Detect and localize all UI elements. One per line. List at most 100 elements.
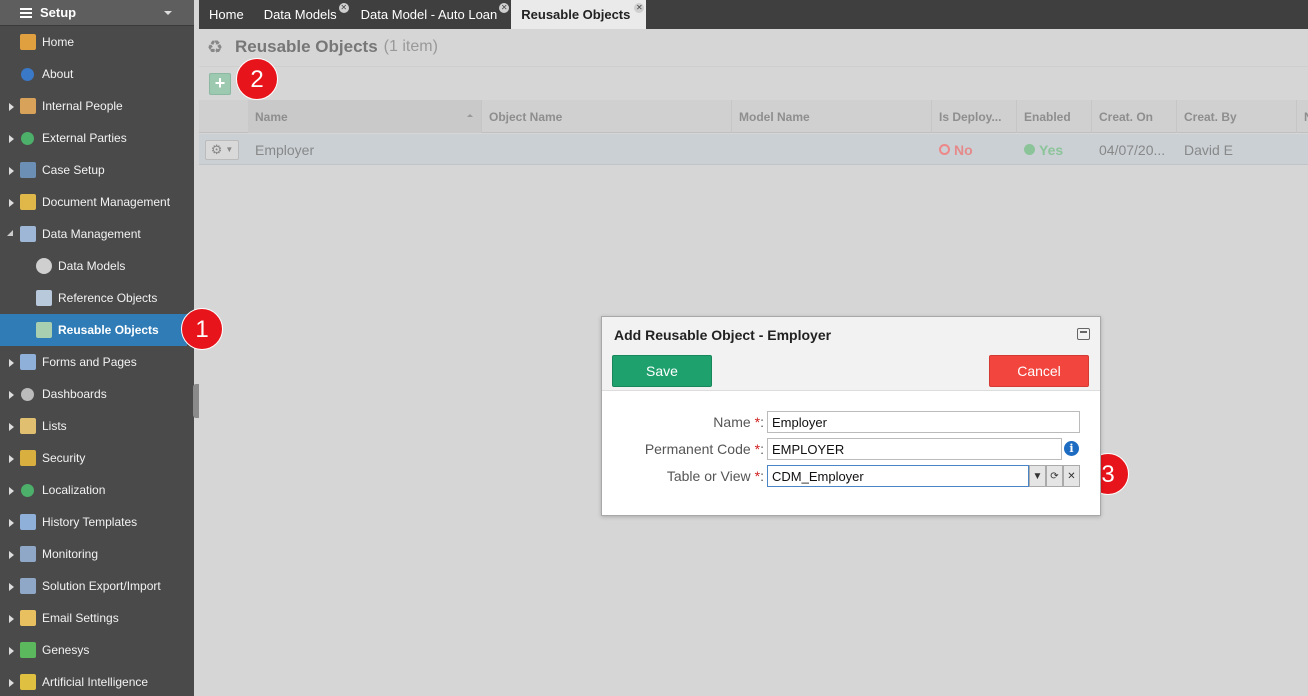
sidebar-item-email-settings[interactable]: Email Settings [0,602,194,634]
sidebar-item-label: Artificial Intelligence [42,675,149,689]
chevron-down-icon: ▼ [225,145,234,154]
email-icon [20,610,36,626]
tab-data-model-auto-loan[interactable]: Data Model - Auto Loan ✕ [351,0,512,29]
table-row[interactable]: ⚙ ▼ Employer No Yes 04/07/20... David E [199,134,1308,165]
chevron-right-icon[interactable] [9,135,14,143]
chevron-right-icon[interactable] [9,583,14,591]
chevron-right-icon[interactable] [9,391,14,399]
sidebar-item-external-parties[interactable]: External Parties [0,122,194,154]
sidebar-item-about[interactable]: About [0,58,194,90]
column-header-model-name[interactable]: Model Name [732,100,932,133]
sidebar-title: Setup [40,5,77,20]
sidebar-item-monitoring[interactable]: Monitoring [0,538,194,570]
chevron-right-icon[interactable] [9,103,14,111]
sidebar-item-internal-people[interactable]: Internal People [0,90,194,122]
sidebar-item-label: External Parties [42,131,127,145]
recycle-icon: ♻ [207,37,224,57]
cell-enabled: Yes [1017,134,1092,165]
sidebar-item-label: Case Setup [42,163,105,177]
column-header-name[interactable]: Name [248,100,482,133]
column-header-created-on[interactable]: Creat. On [1092,100,1177,133]
globe-icon [21,131,34,145]
step-badge-1: 1 [181,308,223,350]
hamburger-icon [20,7,32,18]
close-icon[interactable]: ✕ [499,3,510,13]
chevron-right-icon[interactable] [9,423,14,431]
clear-icon[interactable]: ✕ [1063,465,1080,487]
sidebar-item-label: About [42,67,74,81]
chevron-right-icon[interactable] [9,551,14,559]
chevron-right-icon[interactable] [9,487,14,495]
sidebar-item-case-setup[interactable]: Case Setup [0,154,194,186]
sidebar-item-lists[interactable]: Lists [0,410,194,442]
sidebar-item-forms-and-pages[interactable]: Forms and Pages [0,346,194,378]
name-field[interactable]: Employer [767,411,1080,433]
sidebar-item-label: History Templates [42,515,138,529]
table-or-view-select[interactable]: CDM_Employer [767,465,1029,487]
sidebar-item-security[interactable]: Security [0,442,194,474]
enabled-icon [1024,144,1035,155]
sidebar-item-label: Lists [42,419,67,433]
tab-reusable-objects[interactable]: Reusable Objects ✕ [511,0,647,29]
maximize-icon[interactable] [1077,328,1090,340]
folder-icon [20,194,36,210]
sidebar-item-genesys[interactable]: Genesys [0,634,194,666]
chevron-right-icon[interactable] [9,359,14,367]
sidebar-header[interactable]: Setup [0,0,194,26]
name-row: Name *: Employer [602,411,1102,433]
sort-ascending-icon [467,114,473,117]
close-icon[interactable]: ✕ [338,3,349,13]
chevron-right-icon[interactable] [9,167,14,175]
chevron-down-icon[interactable] [7,230,13,236]
column-label: N [1304,110,1308,124]
tab-data-models[interactable]: Data Models ✕ [254,0,351,29]
chevron-down-icon[interactable]: ▼ [1029,465,1046,487]
permanent-code-label: Permanent Code *: [644,441,764,457]
sidebar-item-data-management[interactable]: Data Management [0,218,194,250]
grid-header: Name Object Name Model Name Is Deploy...… [199,100,1308,133]
tab-home[interactable]: Home [199,0,254,29]
column-header-created-by[interactable]: Creat. By [1177,100,1297,133]
chevron-right-icon[interactable] [9,615,14,623]
puzzle-icon [20,642,36,658]
sidebar-item-solution-export-import[interactable]: Solution Export/Import [0,570,194,602]
sidebar-item-history-templates[interactable]: History Templates [0,506,194,538]
refresh-icon[interactable]: ⟳ [1046,465,1063,487]
chevron-down-icon[interactable] [164,11,172,15]
chevron-right-icon[interactable] [9,647,14,655]
column-header-object-name[interactable]: Object Name [482,100,732,133]
chevron-right-icon[interactable] [9,199,14,207]
column-label: Is Deploy... [939,109,1002,124]
sidebar-item-label: Security [42,451,86,465]
save-button[interactable]: Save [612,355,712,387]
column-header-more[interactable]: N [1297,100,1308,133]
column-header-enabled[interactable]: Enabled [1017,100,1092,133]
sidebar-item-home[interactable]: Home [0,26,194,58]
case-icon [20,162,36,178]
sidebar-item-reusable-objects[interactable]: Reusable Objects [0,314,187,346]
sidebar-item-label: Dashboards [42,387,107,401]
sidebar-item-document-management[interactable]: Document Management [0,186,194,218]
tab-label: Data Models [263,7,337,22]
cancel-button[interactable]: Cancel [989,355,1089,387]
permanent-code-field[interactable]: EMPLOYER [767,438,1062,460]
chevron-right-icon[interactable] [9,455,14,463]
sidebar-item-localization[interactable]: Localization [0,474,194,506]
cell-object-name [482,134,732,165]
column-header-is-deployed[interactable]: Is Deploy... [932,100,1017,133]
wand-icon [20,674,36,690]
add-button[interactable]: + [209,73,231,95]
sidebar-item-dashboards[interactable]: Dashboards [0,378,194,410]
name-label: Name *: [713,414,764,430]
row-actions-button[interactable]: ⚙ ▼ [205,139,239,160]
cell-is-deployed: No [932,134,1017,165]
info-icon[interactable]: i [1064,441,1079,456]
home-icon [20,34,36,50]
sidebar-item-reference-objects[interactable]: Reference Objects [0,282,194,314]
sidebar-item-artificial-intelligence[interactable]: Artificial Intelligence [0,666,194,696]
chevron-right-icon[interactable] [9,679,14,687]
close-icon[interactable]: ✕ [634,3,645,13]
chevron-right-icon[interactable] [9,519,14,527]
list-icon [20,418,36,434]
sidebar-item-data-models[interactable]: Data Models [0,250,194,282]
